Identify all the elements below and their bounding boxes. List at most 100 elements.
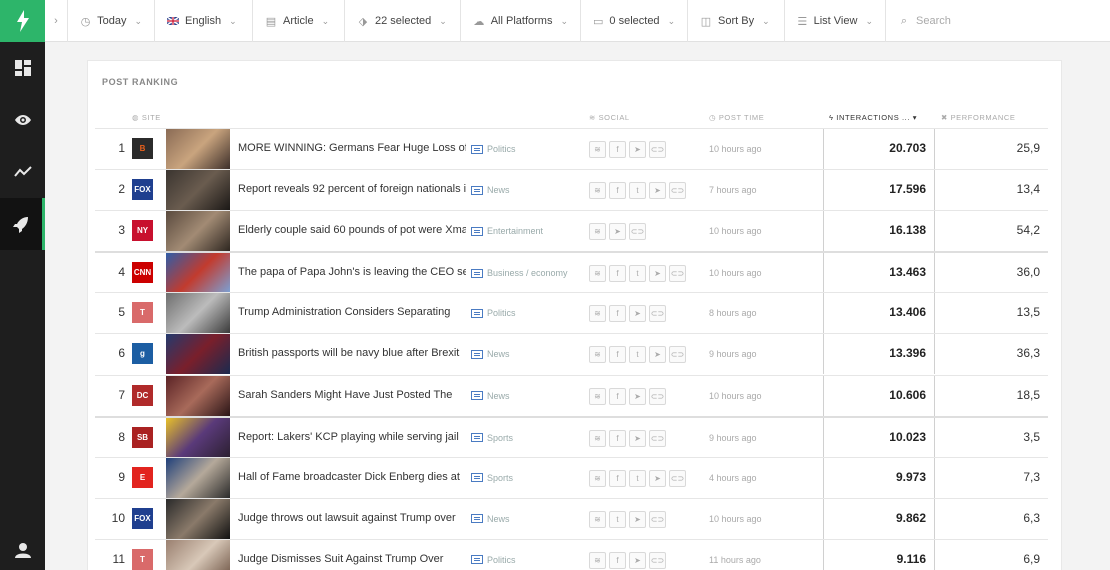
post-thumbnail[interactable]	[166, 539, 230, 570]
date-filter[interactable]: ◷ Today ⌄	[68, 0, 155, 42]
column-performance[interactable]: ✖ PERFORMANCE	[941, 113, 1016, 122]
rss-icon[interactable]: ≋	[589, 141, 606, 158]
column-site[interactable]: ◍ SITE	[132, 113, 161, 122]
sidebar-trends[interactable]	[0, 146, 45, 198]
telegram-icon[interactable]: ➤	[629, 551, 646, 569]
column-post-time[interactable]: ◷ POST TIME	[709, 113, 764, 122]
app-logo[interactable]	[0, 0, 45, 42]
facebook-icon[interactable]: f	[609, 551, 626, 569]
site-logo[interactable]: FOX	[132, 179, 153, 201]
link-icon[interactable]: ⊂⊃	[669, 469, 686, 487]
link-icon[interactable]: ⊂⊃	[669, 265, 686, 283]
table-row[interactable]: 8 SB Report: Lakers' KCP playing while s…	[95, 415, 1048, 458]
telegram-icon[interactable]: ➤	[649, 346, 666, 364]
rss-icon[interactable]: ≋	[589, 429, 606, 447]
rss-icon[interactable]: ≋	[589, 265, 606, 283]
post-title[interactable]: British passports will be navy blue afte…	[238, 347, 466, 359]
table-row[interactable]: 11 T Judge Dismisses Suit Against Trump …	[95, 538, 1048, 570]
column-interactions[interactable]: ϟ INTERACTIONS ... ▾	[829, 113, 917, 122]
telegram-icon[interactable]: ➤	[629, 387, 646, 405]
site-logo[interactable]: B	[132, 138, 153, 159]
sidebar-dashboard[interactable]	[0, 42, 45, 94]
sidebar-monitor[interactable]	[0, 94, 45, 146]
post-thumbnail[interactable]	[166, 457, 230, 498]
post-title[interactable]: Report: Lakers' KCP playing while servin…	[238, 431, 466, 443]
content-type-filter[interactable]: ▤ Article ⌄	[253, 0, 345, 42]
post-thumbnail[interactable]	[166, 211, 230, 252]
post-thumbnail[interactable]	[166, 129, 230, 169]
post-thumbnail[interactable]	[166, 253, 230, 294]
table-row[interactable]: 1 B MORE WINNING: Germans Fear Huge Loss…	[95, 128, 1048, 169]
post-title[interactable]: Sarah Sanders Might Have Just Posted The	[238, 389, 466, 401]
rss-icon[interactable]: ≋	[589, 469, 606, 487]
table-row[interactable]: 2 FOX Report reveals 92 percent of forei…	[95, 169, 1048, 211]
folder-filter[interactable]: ▭ 0 selected ⌄	[581, 0, 688, 42]
sidebar-ranking[interactable]	[0, 198, 45, 250]
twitter-icon[interactable]: t	[629, 469, 646, 487]
post-thumbnail[interactable]	[166, 375, 230, 416]
facebook-icon[interactable]: f	[609, 469, 626, 487]
facebook-icon[interactable]: f	[609, 265, 626, 283]
column-social[interactable]: ≋ SOCIAL	[589, 113, 630, 122]
facebook-icon[interactable]: f	[609, 346, 626, 364]
rss-icon[interactable]: ≋	[589, 387, 606, 405]
post-title[interactable]: Judge throws out lawsuit against Trump o…	[238, 512, 466, 524]
link-icon[interactable]: ⊂⊃	[649, 305, 666, 323]
facebook-icon[interactable]: f	[609, 305, 626, 323]
table-row[interactable]: 6 g British passports will be navy blue …	[95, 333, 1048, 375]
platform-filter[interactable]: ☁ All Platforms ⌄	[461, 0, 581, 42]
facebook-icon[interactable]: f	[609, 182, 626, 200]
post-title[interactable]: Report reveals 92 percent of foreign nat…	[238, 183, 466, 195]
twitter-icon[interactable]: t	[609, 510, 626, 528]
telegram-icon[interactable]: ➤	[629, 305, 646, 323]
rss-icon[interactable]: ≋	[589, 510, 606, 528]
post-title[interactable]: Elderly couple said 60 pounds of pot wer…	[238, 224, 466, 236]
view-dropdown[interactable]: ☰ List View ⌄	[785, 0, 886, 42]
link-icon[interactable]: ⊂⊃	[629, 223, 646, 241]
site-logo[interactable]: SB	[132, 426, 153, 448]
sidebar-profile[interactable]	[0, 536, 45, 564]
post-title[interactable]: The papa of Papa John's is leaving the C…	[238, 266, 466, 278]
language-filter[interactable]: English ⌄	[155, 0, 253, 42]
post-title[interactable]: Hall of Fame broadcaster Dick Enberg die…	[238, 471, 466, 483]
telegram-icon[interactable]: ➤	[609, 223, 626, 241]
table-row[interactable]: 5 T Trump Administration Considers Separ…	[95, 292, 1048, 334]
telegram-icon[interactable]: ➤	[629, 510, 646, 528]
site-logo[interactable]: T	[132, 302, 153, 324]
site-logo[interactable]: E	[132, 466, 153, 488]
site-logo[interactable]: NY	[132, 220, 153, 242]
site-logo[interactable]: T	[132, 548, 153, 570]
telegram-icon[interactable]: ➤	[649, 182, 666, 200]
telegram-icon[interactable]: ➤	[649, 469, 666, 487]
link-icon[interactable]: ⊂⊃	[649, 387, 666, 405]
table-row[interactable]: 7 DC Sarah Sanders Might Have Just Poste…	[95, 374, 1048, 416]
post-title[interactable]: Trump Administration Considers Separatin…	[238, 306, 466, 318]
site-logo[interactable]: DC	[132, 384, 153, 406]
twitter-icon[interactable]: t	[629, 265, 646, 283]
search-input[interactable]: ⌕ Search	[886, 0, 1110, 42]
site-logo[interactable]: FOX	[132, 507, 153, 529]
rss-icon[interactable]: ≋	[589, 223, 606, 241]
post-thumbnail[interactable]	[166, 334, 230, 375]
telegram-icon[interactable]: ➤	[649, 265, 666, 283]
tags-filter[interactable]: ⬗ 22 selected ⌄	[345, 0, 461, 42]
link-icon[interactable]: ⊂⊃	[649, 429, 666, 447]
expand-sidebar-button[interactable]: ›	[45, 0, 68, 42]
post-thumbnail[interactable]	[166, 498, 230, 539]
table-row[interactable]: 3 NY Elderly couple said 60 pounds of po…	[95, 210, 1048, 252]
post-thumbnail[interactable]	[166, 170, 230, 211]
post-title[interactable]: Judge Dismisses Suit Against Trump Over	[238, 553, 466, 565]
table-row[interactable]: 4 CNN The papa of Papa John's is leaving…	[95, 251, 1048, 294]
table-row[interactable]: 9 E Hall of Fame broadcaster Dick Enberg…	[95, 456, 1048, 498]
sort-dropdown[interactable]: ◫ Sort By ⌄	[688, 0, 785, 42]
link-icon[interactable]: ⊂⊃	[669, 346, 686, 364]
rss-icon[interactable]: ≋	[589, 182, 606, 200]
link-icon[interactable]: ⊂⊃	[649, 510, 666, 528]
rss-icon[interactable]: ≋	[589, 551, 606, 569]
link-icon[interactable]: ⊂⊃	[669, 182, 686, 200]
table-row[interactable]: 10 FOX Judge throws out lawsuit against …	[95, 497, 1048, 539]
site-logo[interactable]: g	[132, 343, 153, 365]
facebook-icon[interactable]: f	[609, 141, 626, 158]
link-icon[interactable]: ⊂⊃	[649, 551, 666, 569]
facebook-icon[interactable]: f	[609, 387, 626, 405]
